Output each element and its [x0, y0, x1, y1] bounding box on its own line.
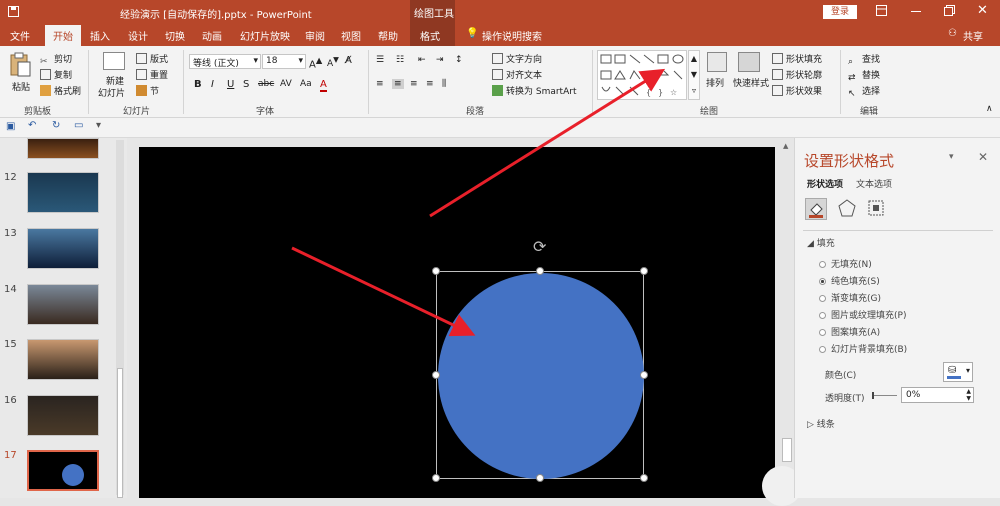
red-arrow-to-circle: [291, 246, 476, 337]
red-arrow-to-shapes: [429, 68, 666, 218]
annotation-overlay: [291, 68, 666, 337]
